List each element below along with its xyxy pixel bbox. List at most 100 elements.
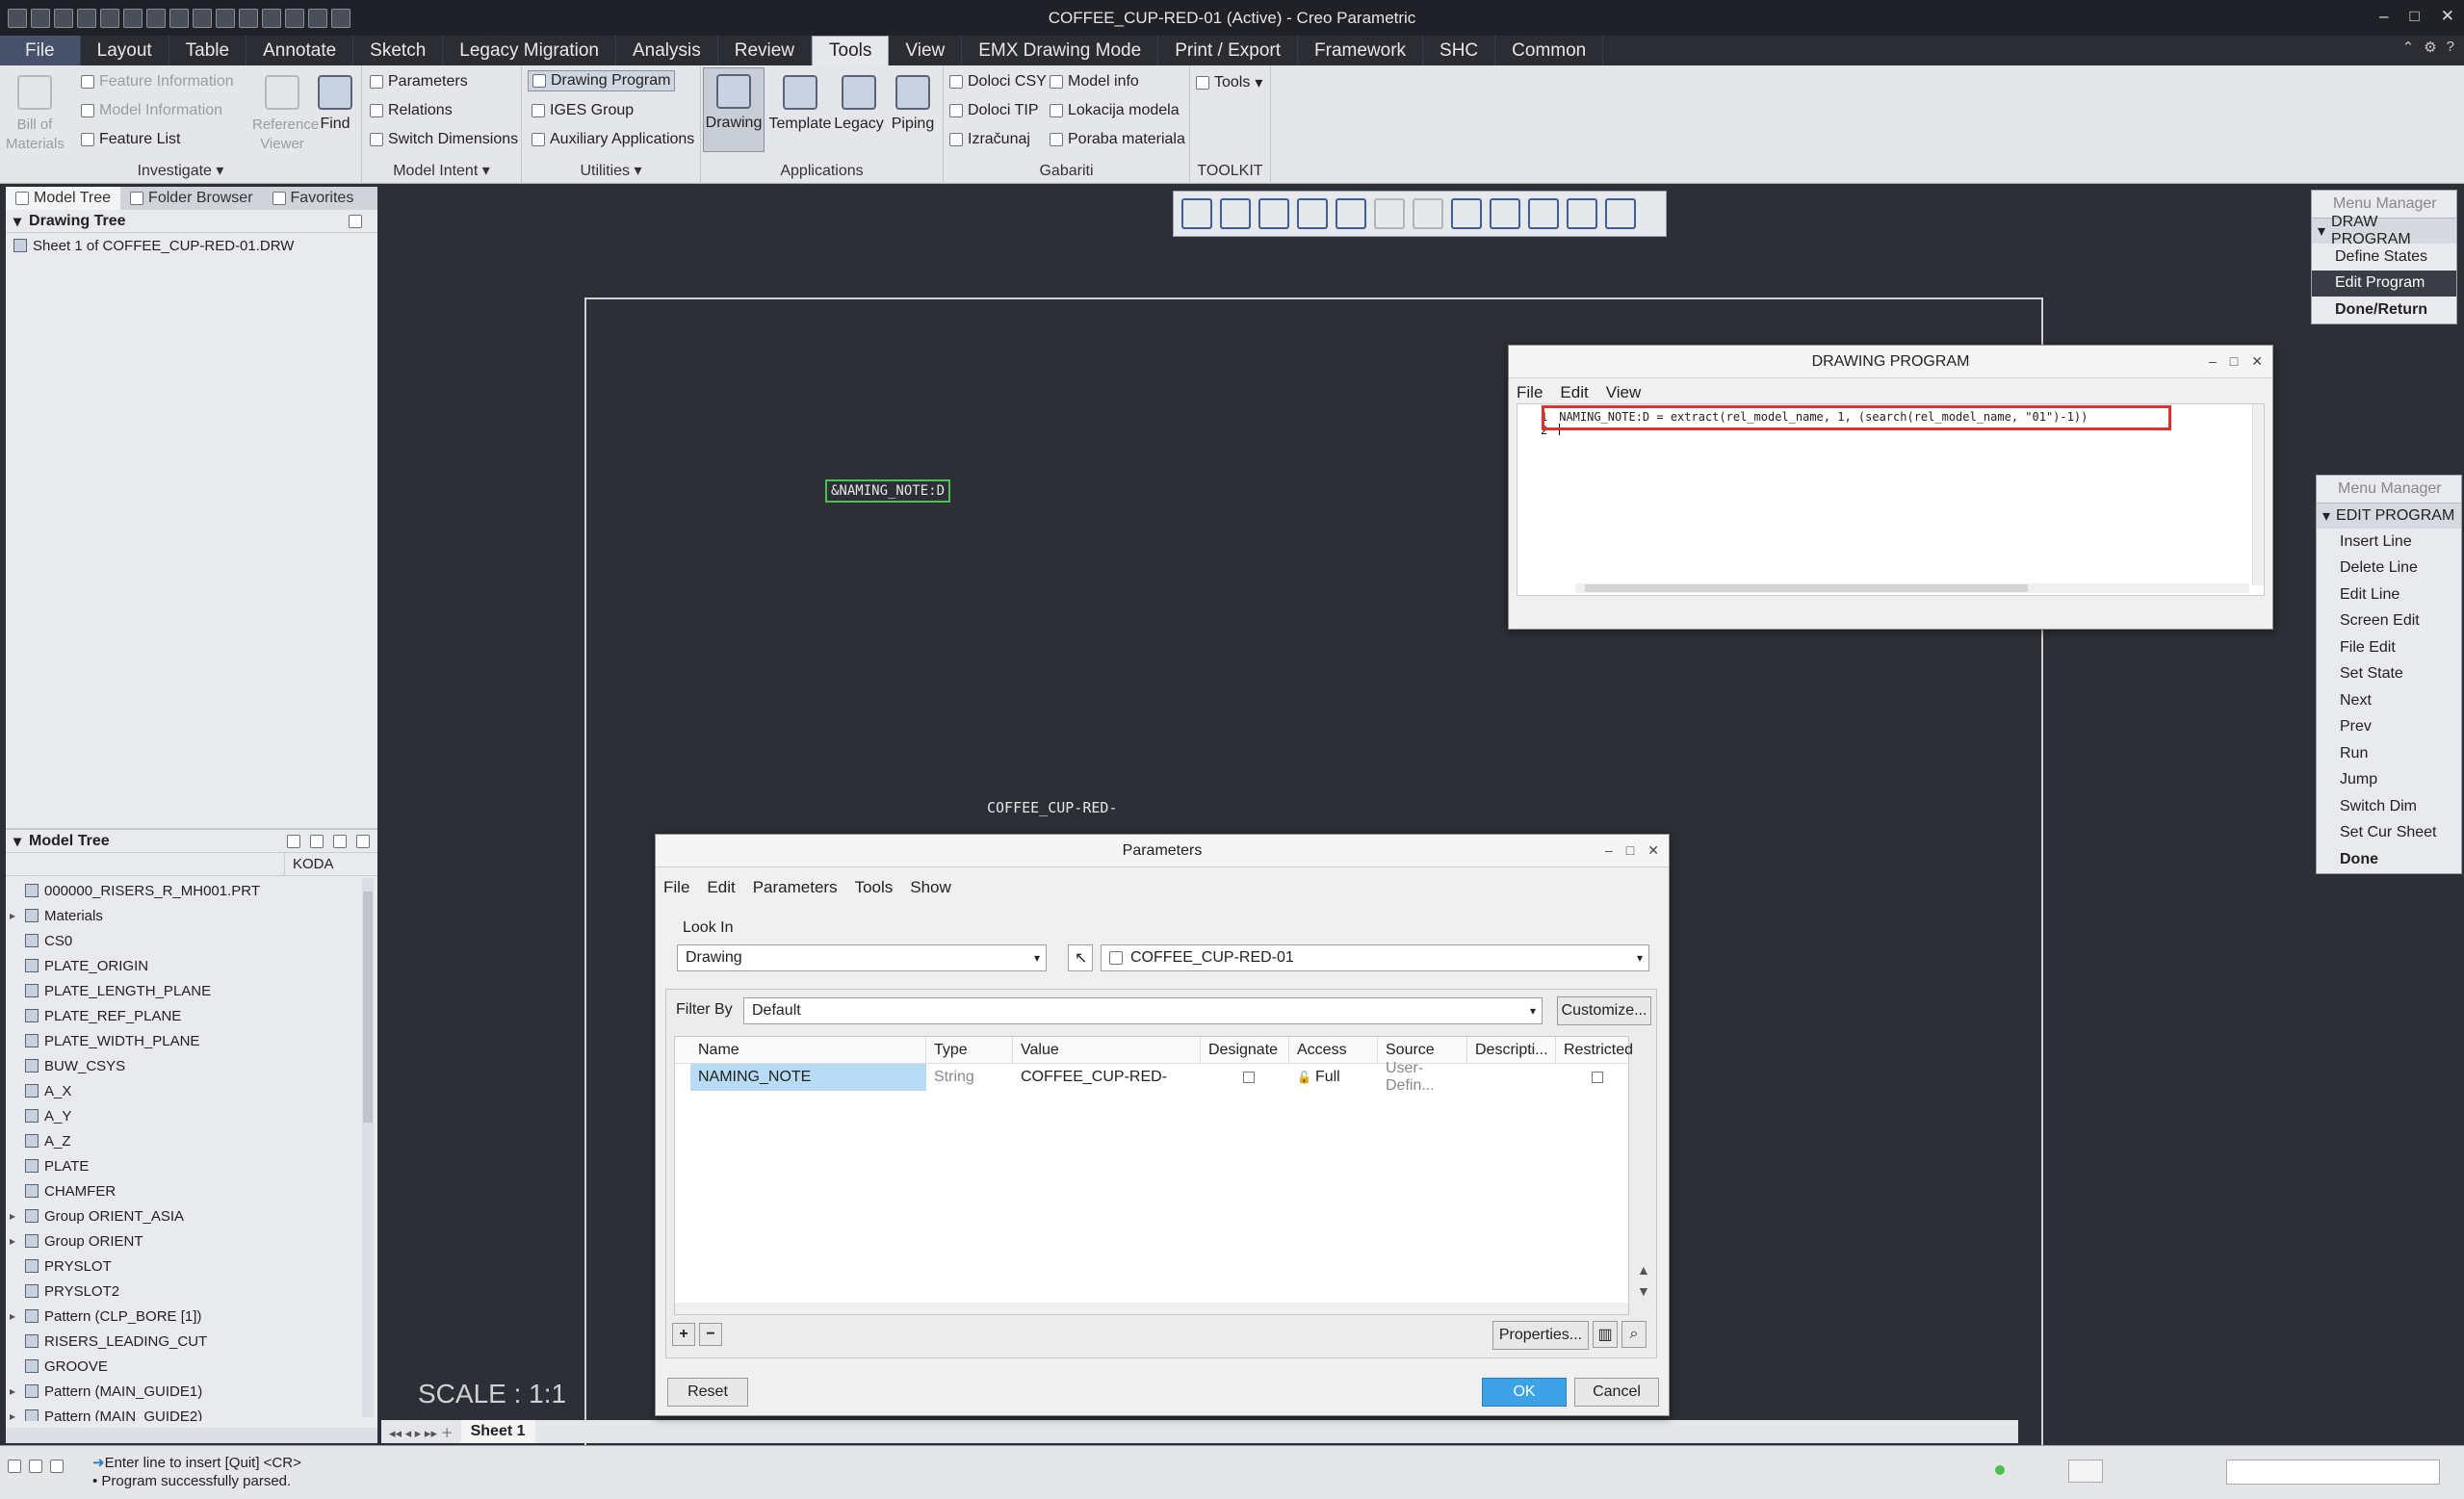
- iges-group-button[interactable]: IGES Group: [532, 102, 634, 119]
- minimize-button[interactable]: –: [2209, 353, 2217, 370]
- tab-view[interactable]: View: [889, 36, 963, 65]
- tree-item[interactable]: PRYSLOT2: [6, 1279, 362, 1304]
- menu-run[interactable]: Run: [2317, 740, 2461, 767]
- menu-set-state[interactable]: Set State: [2317, 661, 2461, 688]
- table-row[interactable]: NAMING_NOTE String COFFEE_CUP-RED- 🔓 Full…: [675, 1060, 1630, 1094]
- customize-button[interactable]: Customize...: [1557, 996, 1651, 1025]
- menu-screen-edit[interactable]: Screen Edit: [2317, 608, 2461, 635]
- menu-switch-dim[interactable]: Switch Dim: [2317, 793, 2461, 820]
- display-style-icon[interactable]: [1336, 198, 1366, 229]
- redo-icon[interactable]: [146, 8, 166, 28]
- bill-of-materials-button[interactable]: Bill of Materials: [6, 69, 65, 154]
- tree-item[interactable]: PLATE_LENGTH_PLANE: [6, 978, 362, 1003]
- col-access[interactable]: Access: [1289, 1037, 1378, 1064]
- windows-icon[interactable]: [193, 8, 212, 28]
- tree-item[interactable]: PLATE_WIDTH_PLANE: [6, 1028, 362, 1053]
- legacy-button[interactable]: Legacy: [832, 69, 886, 133]
- maximize-button[interactable]: □: [2409, 7, 2419, 26]
- menu-view[interactable]: View: [1606, 383, 1642, 402]
- measure-icon[interactable]: [308, 8, 327, 28]
- tree-item[interactable]: RISERS_LEADING_CUT: [6, 1329, 362, 1354]
- regenerate-icon[interactable]: [169, 8, 189, 28]
- expand-icon[interactable]: ▸: [6, 1234, 19, 1248]
- open-icon[interactable]: [54, 8, 73, 28]
- model-intent-label[interactable]: Model Intent ▾: [362, 161, 521, 180]
- utilities-label[interactable]: Utilities ▾: [522, 161, 700, 180]
- close-window-icon[interactable]: [216, 8, 235, 28]
- editor-vscrollbar[interactable]: [2252, 404, 2264, 585]
- menu-show[interactable]: Show: [910, 878, 951, 897]
- fullscreen-icon[interactable]: [50, 1460, 64, 1473]
- help-icon[interactable]: ?: [2447, 39, 2454, 56]
- doloci-tip-button[interactable]: Doloci TIP: [949, 102, 1039, 119]
- tab-annotate[interactable]: Annotate: [246, 36, 354, 65]
- browser-toggle-icon[interactable]: [29, 1460, 42, 1473]
- settings-icon[interactable]: [356, 834, 370, 848]
- cancel-button[interactable]: Cancel: [1574, 1378, 1659, 1407]
- menu-prev[interactable]: Prev: [2317, 714, 2461, 741]
- sheet-tab-1[interactable]: Sheet 1: [460, 1420, 535, 1443]
- menu-insert-line[interactable]: Insert Line: [2317, 529, 2461, 556]
- undo-icon[interactable]: [123, 8, 143, 28]
- model-information-button[interactable]: Model Information: [81, 102, 222, 119]
- tab-analysis[interactable]: Analysis: [616, 36, 718, 65]
- cell-restricted[interactable]: [1556, 1064, 1630, 1091]
- tree-item[interactable]: ▸ Materials: [6, 903, 362, 928]
- edit-program-section[interactable]: ▾ EDIT PROGRAM: [2317, 503, 2461, 529]
- poraba-materiala-button[interactable]: Poraba materiala: [1050, 131, 1185, 148]
- tab-framework[interactable]: Framework: [1298, 36, 1424, 65]
- draw-program-section[interactable]: ▾ DRAW PROGRAM: [2312, 214, 2456, 247]
- expand-icon[interactable]: ▸: [6, 1209, 19, 1223]
- save-icon[interactable]: [77, 8, 96, 28]
- close-button[interactable]: ✕: [1647, 842, 1659, 859]
- minimize-button[interactable]: –: [2379, 7, 2388, 26]
- menu-done-return[interactable]: Done/Return: [2312, 297, 2456, 323]
- zoom-in-icon[interactable]: [1220, 198, 1251, 229]
- tree-item[interactable]: ▸ Pattern (CLP_BORE [1]): [6, 1304, 362, 1329]
- piping-button[interactable]: Piping: [886, 69, 940, 133]
- menu-file[interactable]: File: [1517, 383, 1543, 402]
- tree-item[interactable]: ▸ Pattern (MAIN_GUIDE1): [6, 1379, 362, 1404]
- table-view-icon[interactable]: ▥: [1593, 1321, 1618, 1348]
- reset-button[interactable]: Reset: [667, 1378, 748, 1407]
- menu-parameters[interactable]: Parameters: [753, 878, 838, 897]
- col-designate[interactable]: Designate: [1201, 1037, 1289, 1064]
- cell-designate[interactable]: [1201, 1064, 1289, 1091]
- sketch-icon[interactable]: [262, 8, 281, 28]
- naming-note[interactable]: &NAMING_NOTE:D: [825, 479, 951, 503]
- tree-item[interactable]: ▸ Pattern (MAIN_GUIDE2): [6, 1404, 362, 1421]
- cell-source[interactable]: User-Defin...: [1378, 1060, 1467, 1094]
- tree-columns-icon[interactable]: [333, 834, 347, 848]
- menu-tools[interactable]: Tools: [855, 878, 894, 897]
- model-info-button[interactable]: Model info: [1050, 73, 1139, 90]
- menu-done[interactable]: Done: [2317, 846, 2461, 873]
- pencil-icon[interactable]: [285, 8, 304, 28]
- investigate-label[interactable]: Investigate ▾: [0, 161, 361, 180]
- settings-icon[interactable]: ⚙: [2424, 39, 2436, 56]
- move-up-icon[interactable]: ▲: [1637, 1259, 1650, 1280]
- axis-display-icon[interactable]: [1528, 198, 1559, 229]
- tree-item[interactable]: A_Z: [6, 1128, 362, 1153]
- template-button[interactable]: Template: [768, 69, 832, 133]
- tree-item[interactable]: PLATE_ORIGIN: [6, 953, 362, 978]
- menu-edit-line[interactable]: Edit Line: [2317, 582, 2461, 608]
- ok-button[interactable]: OK: [1482, 1378, 1567, 1407]
- restricted-checkbox[interactable]: [1591, 1072, 1603, 1083]
- menu-set-cur-sheet[interactable]: Set Cur Sheet: [2317, 820, 2461, 847]
- tab-favorites[interactable]: Favorites: [263, 187, 364, 210]
- expand-icon[interactable]: ▸: [6, 909, 19, 922]
- expand-icon[interactable]: ▸: [6, 1309, 19, 1323]
- collapse-icon[interactable]: ▾: [13, 832, 21, 851]
- selection-filter-icon[interactable]: [2068, 1460, 2103, 1483]
- menu-edit[interactable]: Edit: [707, 878, 735, 897]
- show-icon[interactable]: [287, 834, 300, 848]
- cell-description[interactable]: [1467, 1064, 1556, 1091]
- properties-button[interactable]: Properties...: [1492, 1321, 1589, 1350]
- cell-access[interactable]: 🔓 Full: [1289, 1064, 1378, 1091]
- menu-delete-line[interactable]: Delete Line: [2317, 556, 2461, 582]
- selection-filter-select[interactable]: [2226, 1460, 2440, 1485]
- table-hscrollbar[interactable]: [675, 1303, 1628, 1314]
- maximize-button[interactable]: □: [2230, 353, 2238, 370]
- tab-sketch[interactable]: Sketch: [353, 36, 444, 65]
- col-value[interactable]: Value: [1013, 1037, 1201, 1064]
